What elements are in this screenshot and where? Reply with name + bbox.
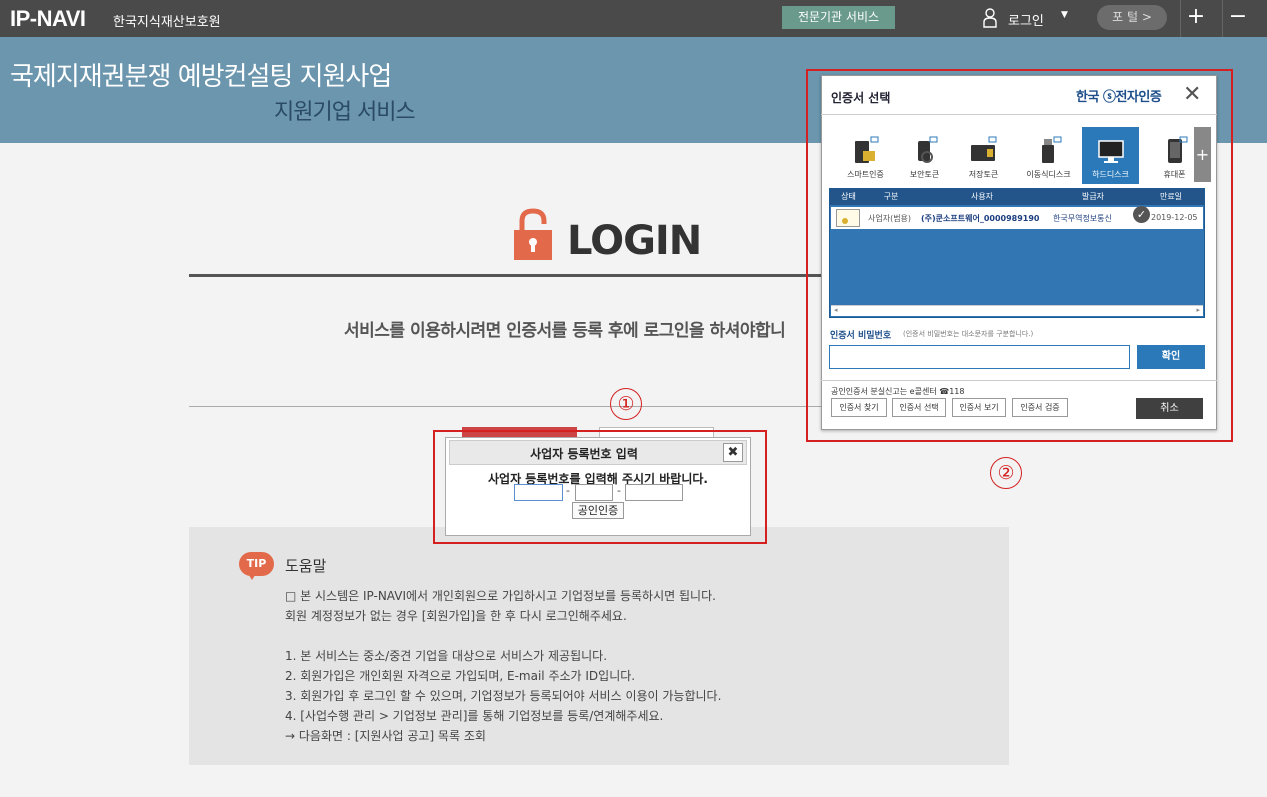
- divider: [189, 274, 829, 277]
- annotation-box-1: [433, 430, 767, 544]
- lock-icon: [514, 208, 552, 260]
- expert-service-button[interactable]: 전문기관 서비스: [782, 6, 895, 29]
- login-description: 서비스를 이용하시려면 인증서를 등록 후에 로그인을 하셔야합니: [344, 321, 786, 341]
- logo[interactable]: IP-NAVI: [10, 6, 86, 32]
- portal-button[interactable]: 포 털 >: [1097, 5, 1167, 30]
- help-line: 2. 회원가입은 개인회원 자격으로 가입되며, E-mail 주소가 ID입니…: [285, 669, 636, 683]
- plus-icon[interactable]: +: [1181, 4, 1211, 29]
- help-line: □ 본 시스템은 IP-NAVI에서 개인회원으로 가입하시고 기업정보를 등록…: [285, 589, 716, 603]
- banner-subtitle: 지원기업 서비스: [274, 100, 416, 125]
- tip-badge-tail: [247, 572, 257, 580]
- help-title: 도움말: [285, 557, 327, 575]
- help-line: → 다음화면 : [지원사업 공고] 목록 조회: [285, 729, 486, 743]
- help-line: 회원 계정정보가 없는 경우 [회원가입]을 한 후 다시 로그인해주세요.: [285, 609, 627, 623]
- user-icon: [983, 8, 997, 28]
- annotation-number-1: ①: [610, 388, 642, 420]
- banner-title: 국제지재권분쟁 예방컨설팅 지원사업: [10, 62, 392, 92]
- login-menu[interactable]: 로그인: [1008, 10, 1044, 29]
- org-name: 한국지식재산보호원: [113, 15, 221, 30]
- help-line: 4. [사업수행 관리 > 기업정보 관리]를 통해 기업정보를 등록/연계해주…: [285, 709, 664, 723]
- help-line: 3. 회원가입 후 로그인 할 수 있으며, 기업정보가 등록되어야 서비스 이…: [285, 689, 722, 703]
- help-line: 1. 본 서비스는 중소/중견 기업을 대상으로 서비스가 제공됩니다.: [285, 649, 608, 663]
- minus-icon[interactable]: −: [1223, 4, 1253, 29]
- chevron-down-icon[interactable]: ▼: [1061, 10, 1068, 20]
- login-title: LOGIN: [567, 218, 702, 264]
- annotation-number-2: ②: [990, 457, 1022, 489]
- annotation-box-2: [806, 69, 1233, 442]
- divider: [189, 406, 829, 407]
